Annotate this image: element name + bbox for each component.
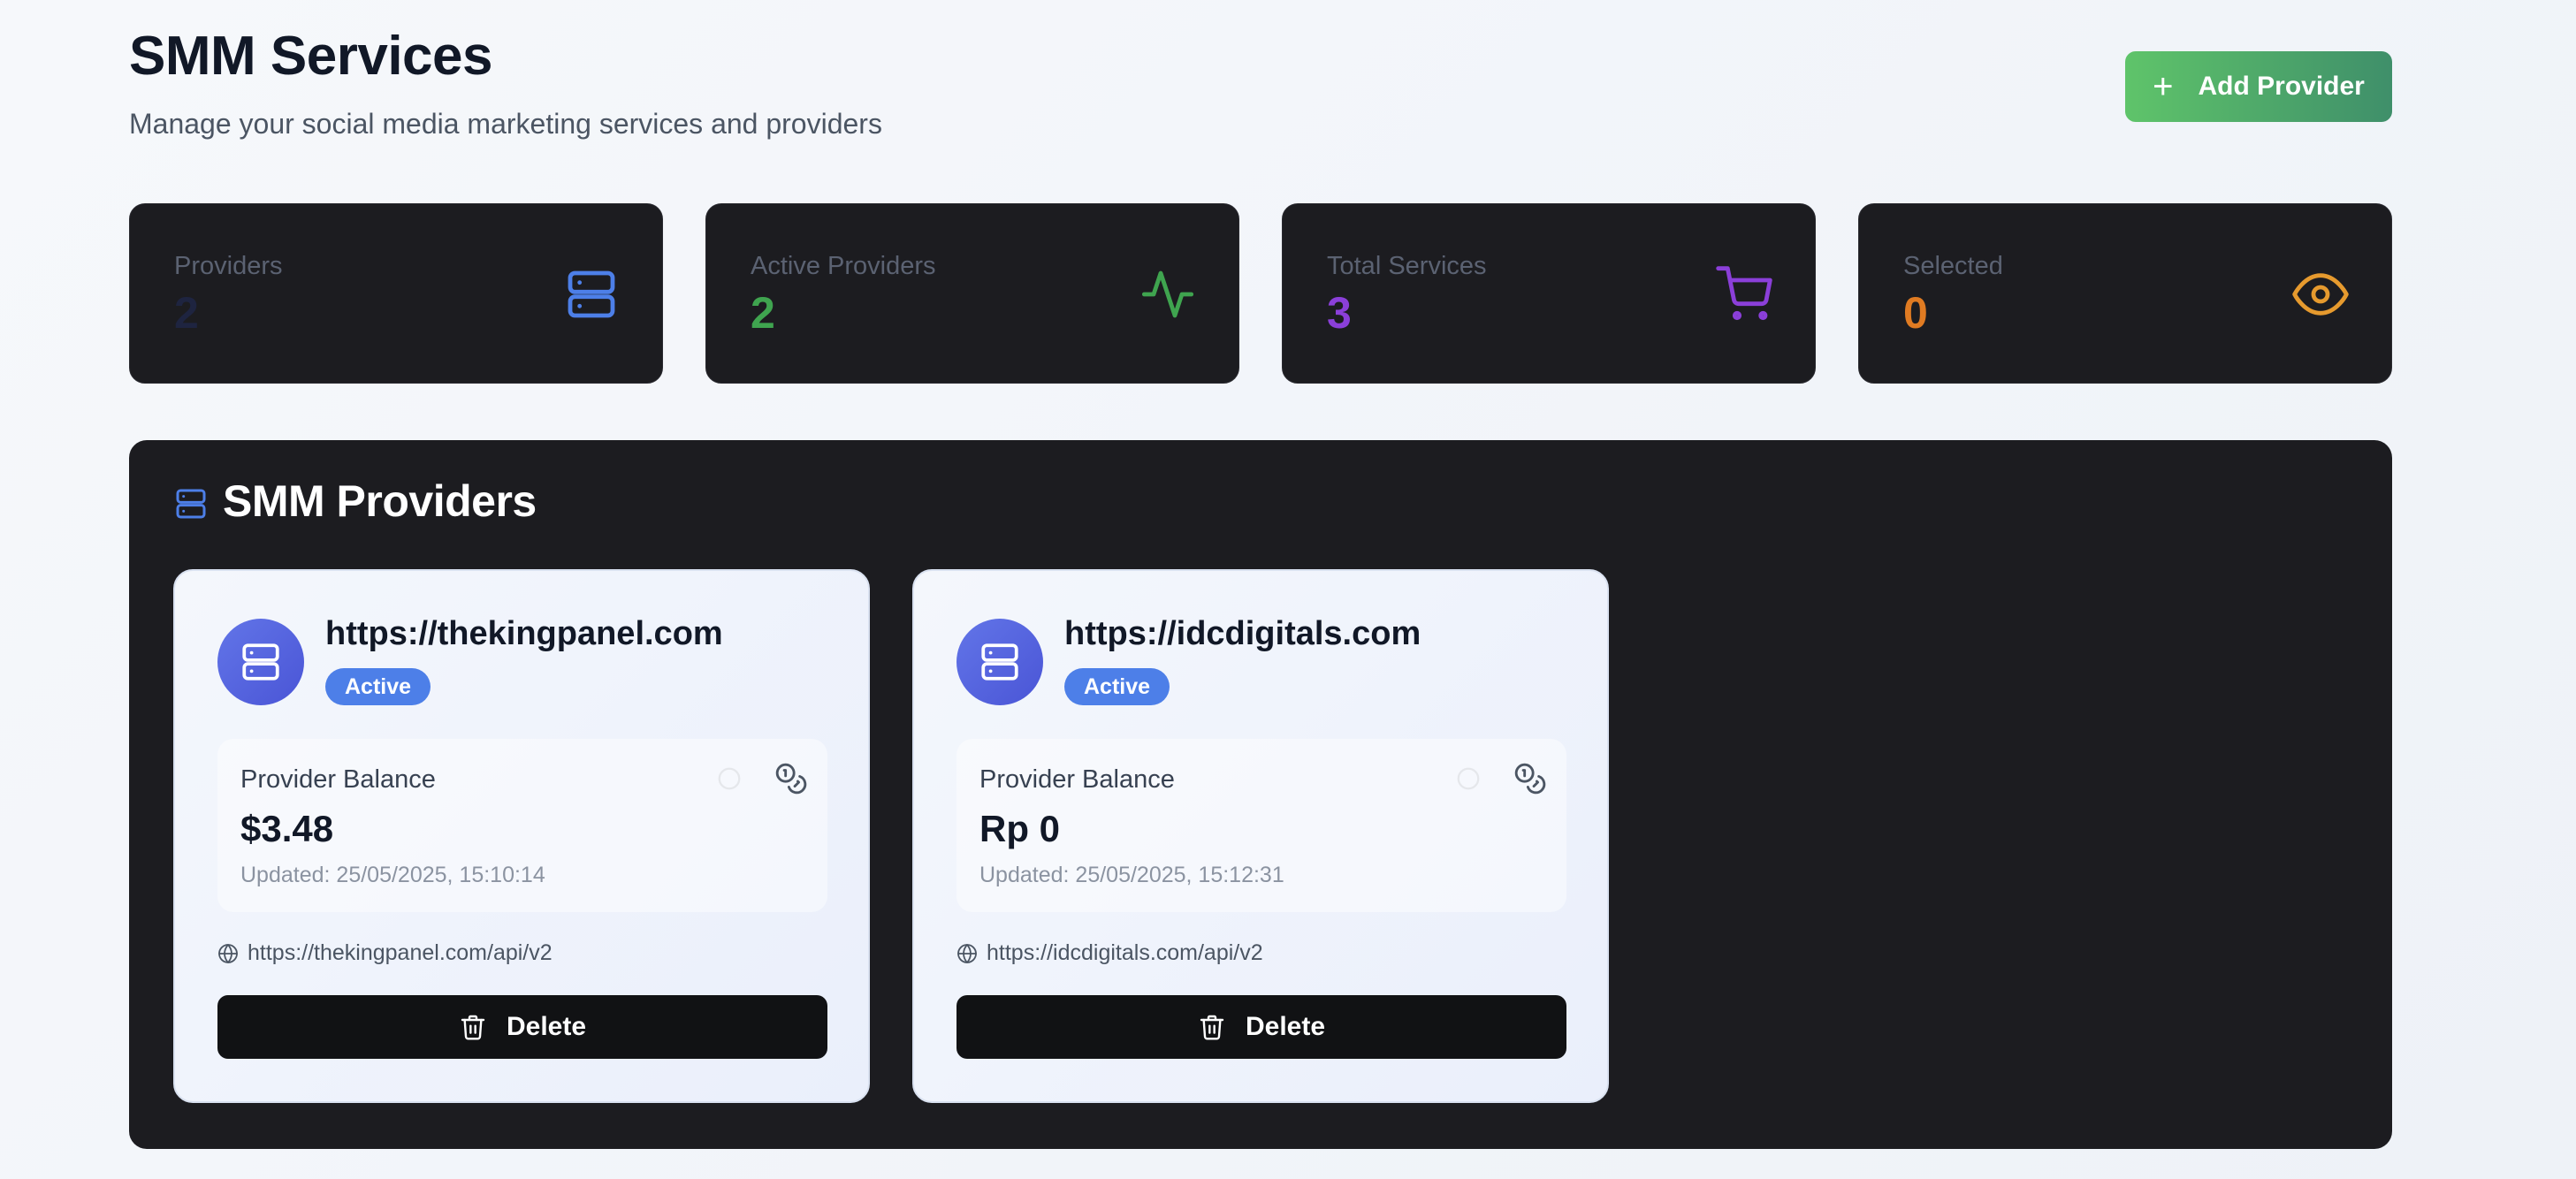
globe-icon (218, 943, 238, 963)
stat-value: 0 (1903, 288, 1928, 338)
balance-value: $3.48 (240, 808, 334, 849)
provider-avatar (217, 619, 304, 705)
eye-icon (2292, 273, 2349, 316)
server-icon (176, 489, 206, 519)
balance-box: Provider Balance $3.48 Updated: 25/05/20… (217, 739, 827, 912)
api-url-row: https://thekingpanel.com/api/v2 (217, 940, 553, 966)
api-url: https://thekingpanel.com/api/v2 (248, 940, 553, 965)
delete-label: Delete (506, 1012, 587, 1041)
status-badge: Active (1064, 668, 1170, 705)
stat-card-selected: Selected 0 (1858, 203, 2392, 384)
balance-updated: Updated: 25/05/2025, 15:12:31 (979, 863, 1284, 887)
trash-icon (461, 1015, 485, 1040)
stat-card-active-providers: Active Providers 2 (705, 203, 1239, 384)
provider-name: https://idcdigitals.com (1064, 615, 1421, 652)
stat-value: 2 (751, 288, 775, 338)
panel-title: SMM Providers (223, 476, 537, 526)
api-url-row: https://idcdigitals.com/api/v2 (956, 940, 1263, 966)
provider-card: https://thekingpanel.com Active Provider… (173, 569, 870, 1103)
status-badge: Active (325, 668, 431, 705)
activity-icon (1141, 270, 1194, 318)
balance-updated: Updated: 25/05/2025, 15:10:14 (240, 863, 545, 887)
stat-label: Providers (174, 252, 283, 280)
balance-value: Rp 0 (979, 808, 1061, 849)
stat-card-providers: Providers 2 (129, 203, 663, 384)
stat-value: 3 (1327, 288, 1352, 338)
refresh-icon[interactable] (716, 765, 743, 792)
coins-icon[interactable] (774, 762, 808, 795)
cart-icon (1716, 266, 1772, 321)
globe-icon (957, 943, 977, 963)
balance-label: Provider Balance (240, 765, 436, 794)
page-title: SMM Services (129, 26, 493, 87)
server-icon (568, 270, 615, 318)
coins-icon[interactable] (1513, 762, 1547, 795)
api-url: https://idcdigitals.com/api/v2 (987, 940, 1263, 965)
stat-label: Total Services (1327, 252, 1487, 280)
add-provider-label: Add Provider (2198, 72, 2365, 101)
refresh-icon[interactable] (1455, 765, 1482, 792)
stat-value: 2 (174, 288, 199, 338)
provider-name: https://thekingpanel.com (325, 615, 723, 652)
stat-label: Active Providers (751, 252, 936, 280)
plus-icon: + (2153, 67, 2174, 106)
balance-label: Provider Balance (979, 765, 1175, 794)
stat-card-total-services: Total Services 3 (1282, 203, 1816, 384)
provider-avatar (956, 619, 1043, 705)
provider-card: https://idcdigitals.com Active Provider … (912, 569, 1609, 1103)
delete-label: Delete (1245, 1012, 1326, 1041)
balance-box: Provider Balance Rp 0 Updated: 25/05/202… (956, 739, 1566, 912)
delete-button[interactable]: Delete (956, 995, 1566, 1059)
add-provider-button[interactable]: + Add Provider (2125, 51, 2392, 122)
delete-button[interactable]: Delete (217, 995, 827, 1059)
providers-panel: SMM Providers https://thekingpanel.com A… (129, 440, 2392, 1149)
server-icon (242, 643, 279, 681)
server-icon (981, 643, 1018, 681)
page-subtitle: Manage your social media marketing servi… (129, 108, 882, 140)
trash-icon (1200, 1015, 1224, 1040)
stat-label: Selected (1903, 252, 2003, 280)
